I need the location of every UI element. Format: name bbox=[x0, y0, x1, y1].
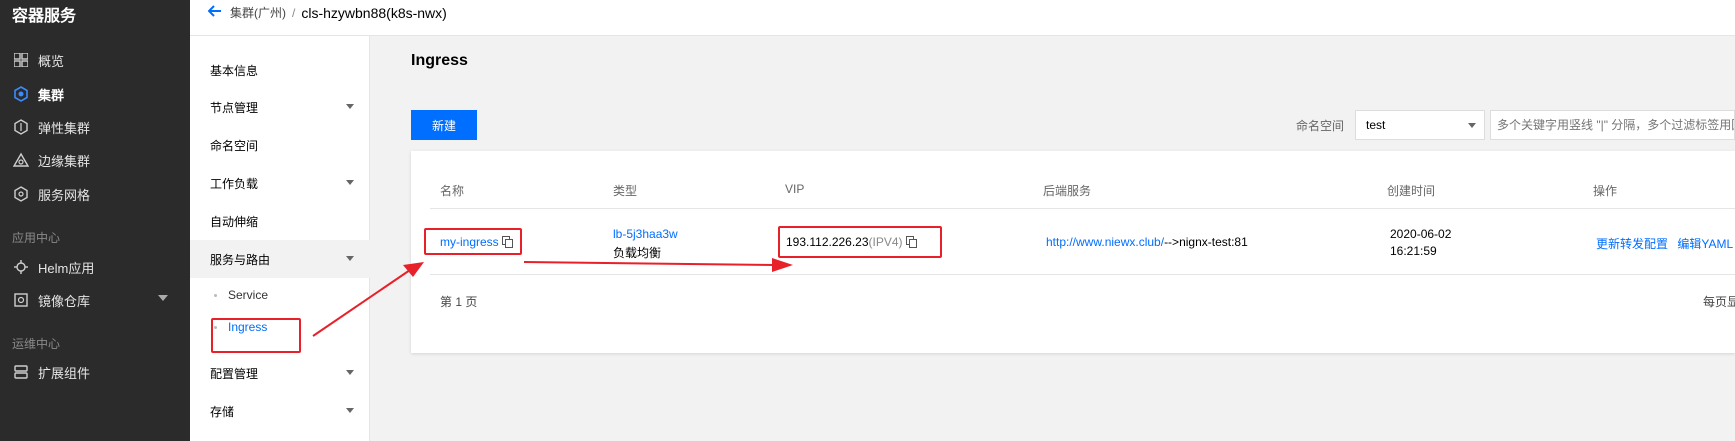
nav-item-registry[interactable]: 镜像仓库 bbox=[12, 287, 182, 313]
table-row-type: lb-5j3haa3w 负载均衡 bbox=[613, 227, 678, 261]
backend-target: -->nignx-test:81 bbox=[1164, 235, 1248, 249]
table-row-created: 2020-06-02 16:21:59 bbox=[1390, 227, 1451, 258]
submenu-label: 基本信息 bbox=[210, 63, 259, 78]
nav-item-cluster[interactable]: 集群 bbox=[12, 81, 182, 107]
table-row-backend: http://www.niewx.club/-->nignx-test:81 bbox=[1046, 235, 1248, 249]
submenu-storage[interactable]: 存储 bbox=[190, 392, 370, 430]
nav-section-apps: 应用中心 bbox=[12, 231, 61, 245]
submenu-namespace[interactable]: 命名空间 bbox=[190, 126, 370, 164]
backend-host-link[interactable]: http://www.niewx.club/ bbox=[1046, 235, 1164, 249]
edit-yaml-link[interactable]: 编辑YAML bbox=[1677, 237, 1733, 251]
nav-section-ops: 运维中心 bbox=[12, 337, 61, 351]
column-header-created: 创建时间 bbox=[1387, 184, 1436, 198]
submenu-label: 配置管理 bbox=[210, 366, 259, 381]
service-mesh-icon bbox=[12, 185, 30, 203]
chevron-down-icon bbox=[346, 370, 354, 375]
submenu-autoscaling[interactable]: 自动伸缩 bbox=[190, 202, 370, 240]
nav-item-helm[interactable]: Helm应用 bbox=[12, 254, 182, 280]
new-button[interactable]: 新建 bbox=[411, 110, 477, 140]
extension-icon bbox=[12, 363, 30, 381]
chevron-down-icon bbox=[158, 295, 168, 301]
nav-item-elastic-cluster[interactable]: 弹性集群 bbox=[12, 114, 182, 140]
table-row-actions: 更新转发配置 编辑YAML bbox=[1596, 235, 1733, 252]
product-title: 容器服务 bbox=[12, 8, 77, 25]
column-header-backend: 后端服务 bbox=[1043, 184, 1092, 198]
namespace-label: 命名空间 bbox=[1296, 119, 1345, 133]
nav-item-label: 边缘集群 bbox=[38, 153, 91, 169]
vip-address: 193.112.226.23 bbox=[786, 235, 869, 249]
submenu-ingress[interactable]: Ingress bbox=[190, 312, 370, 342]
main-sidebar: 容器服务 概览 集群 弹性集群 边缘集群 服务网格 应用中心 Helm应用 镜像… bbox=[0, 0, 190, 441]
column-header-type: 类型 bbox=[613, 184, 638, 198]
pager-page-indicator: 第 1 页 bbox=[440, 295, 478, 309]
nav-item-label: 集群 bbox=[38, 87, 65, 103]
table-row-vip: 193.112.226.23(IPV4) bbox=[786, 235, 917, 249]
edge-cluster-icon bbox=[12, 151, 30, 169]
bullet-dot bbox=[214, 326, 217, 329]
breadcrumb-separator: / bbox=[292, 5, 296, 20]
helm-icon bbox=[12, 258, 30, 276]
submenu-label: 自动伸缩 bbox=[210, 214, 259, 229]
submenu-label: 工作负载 bbox=[210, 176, 259, 191]
submenu-label: 节点管理 bbox=[210, 100, 259, 115]
table-divider bbox=[430, 208, 1735, 209]
submenu-basic-info[interactable]: 基本信息 bbox=[190, 51, 370, 89]
copy-icon[interactable] bbox=[501, 236, 513, 248]
back-arrow-icon[interactable] bbox=[207, 4, 222, 22]
namespace-select[interactable]: test bbox=[1355, 110, 1485, 140]
chevron-down-icon bbox=[346, 180, 354, 185]
chevron-down-icon bbox=[346, 256, 354, 261]
chevron-down-icon bbox=[1468, 123, 1476, 128]
created-time: 16:21:59 bbox=[1390, 244, 1437, 258]
nav-item-edge-cluster[interactable]: 边缘集群 bbox=[12, 147, 182, 173]
nav-item-overview[interactable]: 概览 bbox=[12, 47, 182, 73]
cluster-icon bbox=[12, 85, 30, 103]
submenu-label: 服务与路由 bbox=[210, 252, 271, 267]
submenu-label: 命名空间 bbox=[210, 138, 259, 153]
nav-item-extensions[interactable]: 扩展组件 bbox=[12, 359, 182, 385]
column-header-name: 名称 bbox=[440, 184, 465, 198]
type-description: 负载均衡 bbox=[613, 246, 662, 260]
grid-icon bbox=[12, 51, 30, 69]
copy-icon[interactable] bbox=[905, 236, 917, 248]
submenu-label: Service bbox=[228, 288, 269, 302]
nav-item-label: Helm应用 bbox=[38, 260, 95, 276]
submenu-node-management[interactable]: 节点管理 bbox=[190, 88, 370, 126]
page-title: Ingress bbox=[411, 52, 468, 69]
vip-tag: (IPV4) bbox=[868, 235, 903, 249]
nav-item-label: 概览 bbox=[38, 53, 65, 69]
cluster-submenu: 基本信息 节点管理 命名空间 工作负载 自动伸缩 服务与路由 Service I… bbox=[190, 36, 370, 441]
table-divider bbox=[430, 274, 1735, 275]
pager-page-size[interactable]: 每页显 bbox=[1703, 293, 1735, 310]
submenu-label: 存储 bbox=[210, 404, 235, 419]
nav-item-service-mesh[interactable]: 服务网格 bbox=[12, 181, 182, 207]
load-balancer-link[interactable]: lb-5j3haa3w bbox=[613, 227, 678, 241]
elastic-cluster-icon bbox=[12, 118, 30, 136]
submenu-service[interactable]: Service bbox=[190, 280, 370, 310]
ingress-name-link[interactable]: my-ingress bbox=[440, 235, 499, 249]
breadcrumb-parent[interactable]: 集群(广州) bbox=[230, 4, 286, 21]
submenu-config-management[interactable]: 配置管理 bbox=[190, 354, 370, 392]
nav-item-label: 弹性集群 bbox=[38, 120, 91, 136]
bullet-dot bbox=[214, 294, 217, 297]
namespace-value: test bbox=[1366, 118, 1386, 132]
column-header-vip: VIP bbox=[785, 182, 805, 196]
created-date: 2020-06-02 bbox=[1390, 227, 1452, 241]
nav-item-label: 镜像仓库 bbox=[38, 293, 91, 309]
chevron-down-icon bbox=[346, 408, 354, 413]
submenu-workload[interactable]: 工作负载 bbox=[190, 164, 370, 202]
table-row-name[interactable]: my-ingress bbox=[440, 235, 513, 249]
breadcrumb: 集群(广州) / cls-hzywbn88(k8s-nwx) bbox=[190, 0, 1735, 36]
search-input[interactable] bbox=[1490, 110, 1735, 140]
breadcrumb-current: cls-hzywbn88(k8s-nwx) bbox=[301, 4, 447, 21]
update-forwarding-link[interactable]: 更新转发配置 bbox=[1596, 237, 1668, 251]
column-header-actions: 操作 bbox=[1593, 184, 1618, 198]
chevron-down-icon bbox=[346, 104, 354, 109]
submenu-label: Ingress bbox=[228, 320, 268, 334]
nav-item-label: 扩展组件 bbox=[38, 365, 91, 381]
submenu-service-routing[interactable]: 服务与路由 bbox=[190, 240, 370, 278]
registry-icon bbox=[12, 291, 30, 309]
nav-item-label: 服务网格 bbox=[38, 187, 91, 203]
